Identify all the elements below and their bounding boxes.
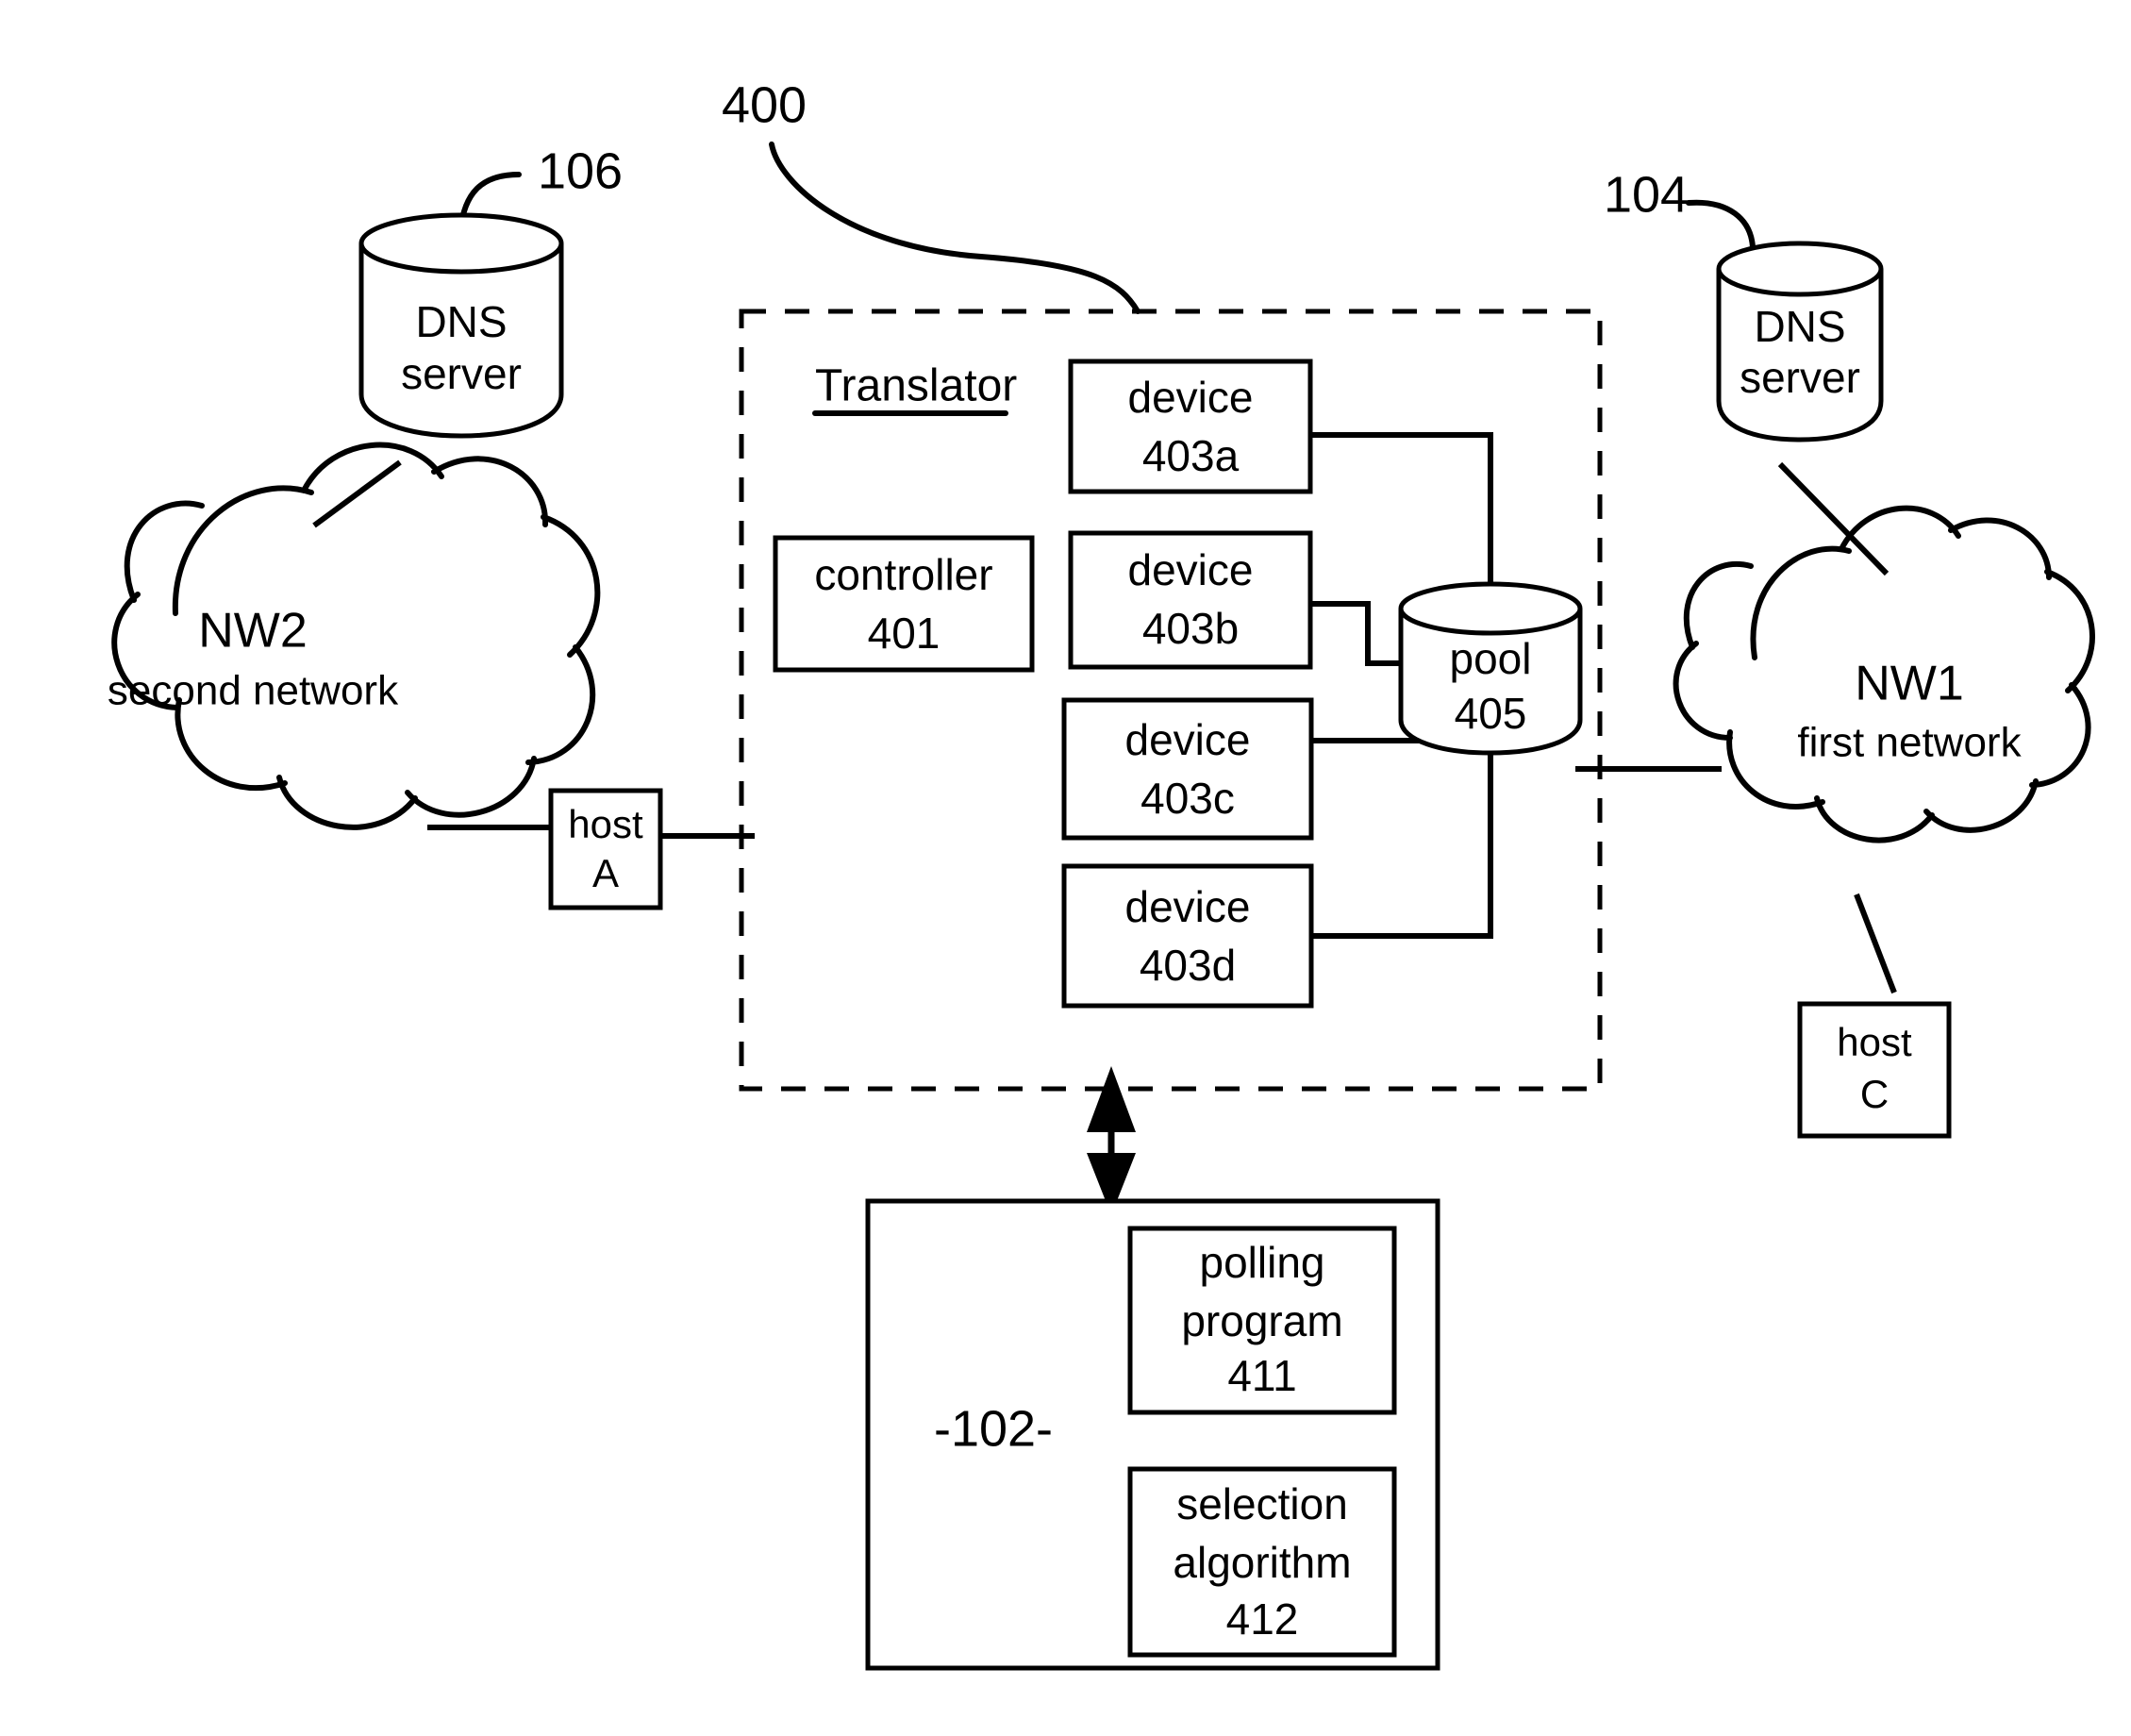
- arrow-head-up-icon: [1087, 1066, 1136, 1132]
- host-a-group: host A: [427, 788, 755, 910]
- controller-401-label-line1: controller: [814, 550, 992, 599]
- cloud-nw1-group: NW1 first network: [1673, 505, 2095, 843]
- controller-401-group: controller 401: [773, 535, 1035, 673]
- leader-line-104: [1686, 199, 1756, 250]
- leader-line-400: [769, 142, 1140, 314]
- polling-program-411-line1: polling: [1200, 1238, 1325, 1287]
- pool-405-cylinder-top: [1398, 581, 1583, 636]
- cloud-nw1-desc: first network: [1797, 720, 2022, 766]
- device-403a-group: device 403a: [1068, 359, 1313, 494]
- device-403d-label-line2: 403d: [1140, 941, 1236, 990]
- dns-server-106-group: DNS server 106: [312, 142, 623, 528]
- cloud-nw2-name: NW2: [198, 604, 308, 659]
- host-a-label-line2: A: [592, 851, 619, 895]
- system-box-102-ref: -102-: [934, 1400, 1053, 1457]
- controller-401-label-line2: 401: [868, 609, 941, 658]
- pool-405-label-line2: 405: [1455, 689, 1527, 738]
- selection-algorithm-412-line2: algorithm: [1173, 1538, 1351, 1587]
- device-403d-label-line1: device: [1125, 882, 1251, 931]
- cloud-nw2-group: NW2 second network: [108, 442, 601, 830]
- dns-server-104-label-line1: DNS: [1754, 302, 1845, 351]
- device-403b-label-line1: device: [1128, 545, 1254, 594]
- pool-405-group: pool 405: [1398, 581, 1583, 756]
- selection-algorithm-412-line3: 412: [1226, 1594, 1299, 1644]
- dns-server-104-label-line2: server: [1740, 353, 1860, 402]
- reference-numeral-104: 104: [1604, 166, 1689, 223]
- device-403d-group: device 403d: [1061, 863, 1314, 1009]
- translator-title: Translator: [815, 361, 1017, 411]
- device-403c-group: device 403c: [1061, 697, 1314, 841]
- patent-figure: DNS server 106 NW2 second network host A…: [0, 0, 2131, 1736]
- device-403b-label-line2: 403b: [1142, 604, 1239, 653]
- polling-program-411-line2: program: [1181, 1296, 1342, 1345]
- device-403b-group: device 403b: [1068, 530, 1313, 670]
- dns-server-104-cylinder-top: [1716, 241, 1884, 297]
- device-403a-label-line2: 403a: [1142, 431, 1240, 480]
- cloud-nw2-desc: second network: [108, 668, 399, 714]
- dns-server-106-label-line1: DNS: [415, 297, 507, 346]
- reference-numeral-400: 400: [722, 76, 807, 133]
- host-a-label-line1: host: [568, 802, 643, 846]
- reference-numeral-106: 106: [538, 142, 623, 199]
- host-c-label-line1: host: [1837, 1020, 1912, 1064]
- link-dns106-to-nw2: [312, 459, 402, 528]
- link-nw1-to-host-c: [1854, 893, 1897, 994]
- device-403c-label-line1: device: [1125, 715, 1251, 764]
- dns-server-104-group: 104 DNS server: [1604, 166, 1890, 576]
- pool-405-label-line1: pool: [1450, 634, 1532, 683]
- device-403c-label-line2: 403c: [1140, 774, 1235, 823]
- device-403a-label-line1: device: [1128, 373, 1254, 422]
- dns-server-106-label-line2: server: [401, 349, 522, 398]
- cloud-nw1-name: NW1: [1855, 657, 1964, 711]
- figure-canvas: DNS server 106 NW2 second network host A…: [108, 76, 2095, 1671]
- dns-server-106-cylinder-top: [358, 212, 564, 275]
- selection-algorithm-412-line1: selection: [1176, 1479, 1348, 1528]
- system-box-102-group: -102- polling program 411 selection algo…: [865, 1198, 1440, 1671]
- cloud-nw2-outline: [111, 442, 601, 830]
- link-device-403a-to-pool: [1310, 432, 1493, 604]
- host-c-label-line2: C: [1860, 1072, 1889, 1116]
- polling-program-411-line3: 411: [1227, 1351, 1296, 1400]
- host-c-group: host C: [1797, 893, 1952, 1139]
